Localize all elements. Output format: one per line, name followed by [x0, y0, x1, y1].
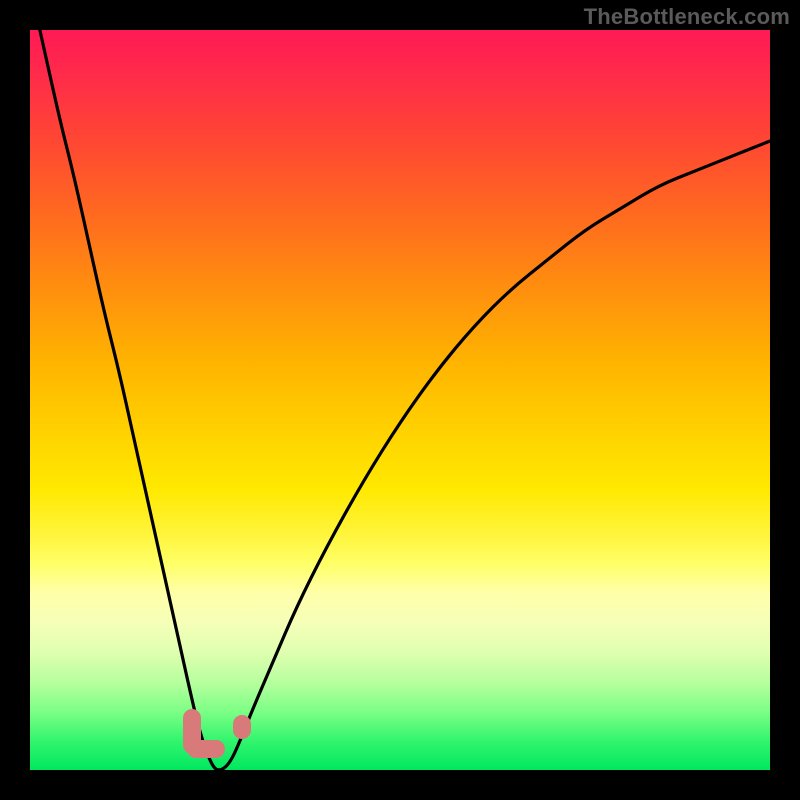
curve-layer — [30, 30, 770, 770]
plot-area — [30, 30, 770, 770]
watermark-text: TheBottleneck.com — [584, 4, 790, 30]
marker-l-bottom — [187, 740, 225, 758]
marker-dot — [233, 715, 251, 739]
bottleneck-curve — [30, 30, 770, 770]
chart-frame: TheBottleneck.com — [0, 0, 800, 800]
